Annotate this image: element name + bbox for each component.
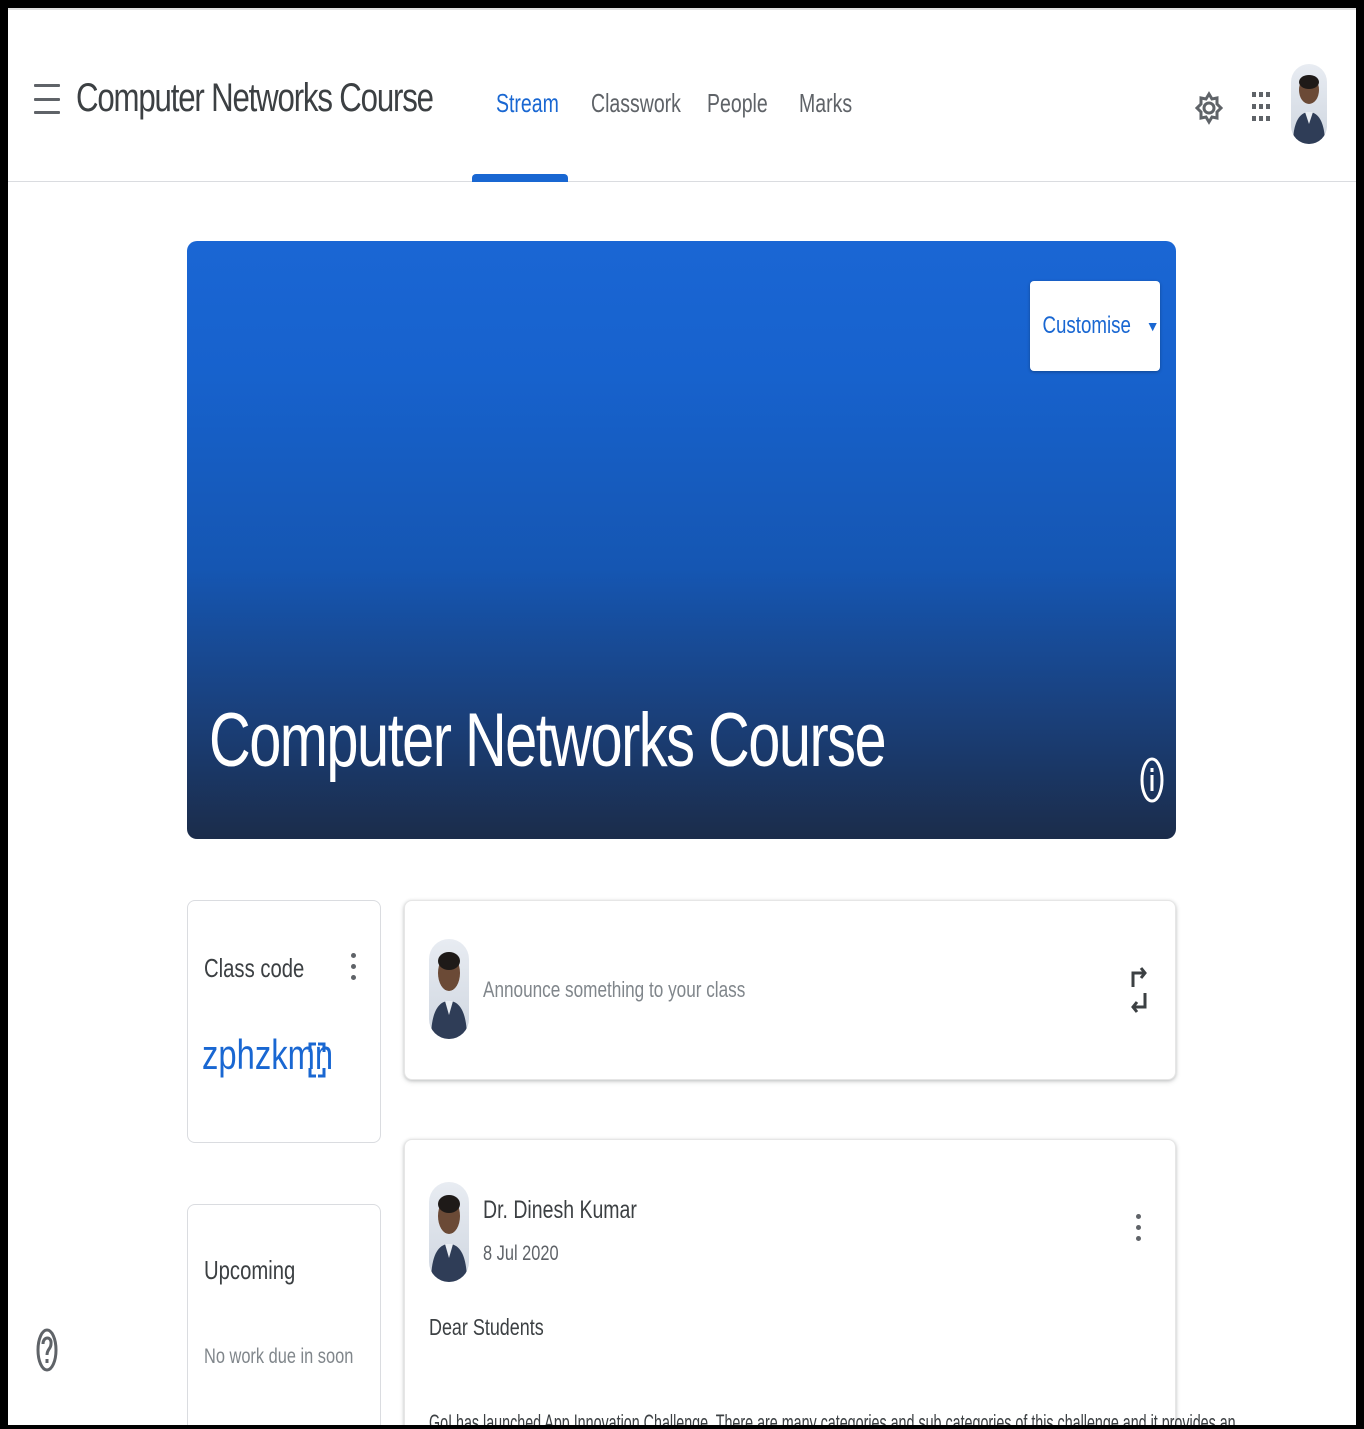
upcoming-empty-text: No work due in soon [204, 1345, 354, 1368]
class-code-more-icon[interactable] [350, 953, 356, 986]
class-code-value: zphzkmn [202, 1031, 334, 1078]
active-tab-indicator [472, 174, 568, 182]
settings-icon[interactable] [1194, 86, 1224, 135]
post-body: GoI has launched App Innovation Challeng… [429, 1410, 1236, 1429]
menu-icon[interactable] [34, 84, 60, 114]
class-banner: Customise ▼ Computer Networks Course [187, 241, 1176, 839]
stream-post-card: Dr. Dinesh Kumar 8 Jul 2020 Dear Student… [404, 1139, 1236, 1425]
apps-grid-icon[interactable] [1251, 90, 1271, 131]
top-app-bar: Computer Networks Course Stream Classwor… [8, 8, 1356, 182]
tab-marks[interactable]: Marks [799, 88, 852, 119]
post-author: Dr. Dinesh Kumar [483, 1196, 637, 1224]
fullscreen-icon[interactable] [308, 1042, 326, 1083]
post-date: 8 Jul 2020 [483, 1242, 559, 1265]
post-greeting: Dear Students [429, 1314, 544, 1340]
upcoming-card: Upcoming No work due in soon [187, 1204, 381, 1425]
repost-icon[interactable] [1129, 965, 1149, 1020]
class-code-label: Class code [204, 953, 305, 983]
customise-button[interactable]: Customise ▼ [1030, 281, 1160, 371]
info-icon[interactable] [1140, 755, 1164, 810]
help-icon[interactable] [36, 1326, 58, 1379]
banner-title: Computer Networks Course [209, 698, 887, 783]
tab-people[interactable]: People [707, 88, 768, 119]
class-code-card: Class code zphzkmn [187, 900, 381, 1143]
caret-down-icon: ▼ [1145, 318, 1160, 334]
announce-card[interactable]: Announce something to your class [404, 900, 1176, 1080]
user-avatar [429, 939, 469, 1039]
tab-stream[interactable]: Stream [496, 88, 559, 119]
classroom-window: Computer Networks Course Stream Classwor… [0, 0, 1364, 1429]
tab-classwork[interactable]: Classwork [591, 88, 681, 119]
announce-input[interactable]: Announce something to your class [483, 977, 819, 1003]
account-avatar[interactable] [1291, 64, 1327, 144]
post-more-icon[interactable] [1135, 1214, 1141, 1247]
author-avatar [429, 1182, 469, 1282]
customise-label: Customise [1042, 312, 1132, 339]
upcoming-label: Upcoming [204, 1255, 296, 1285]
course-title[interactable]: Computer Networks Course [76, 76, 434, 121]
